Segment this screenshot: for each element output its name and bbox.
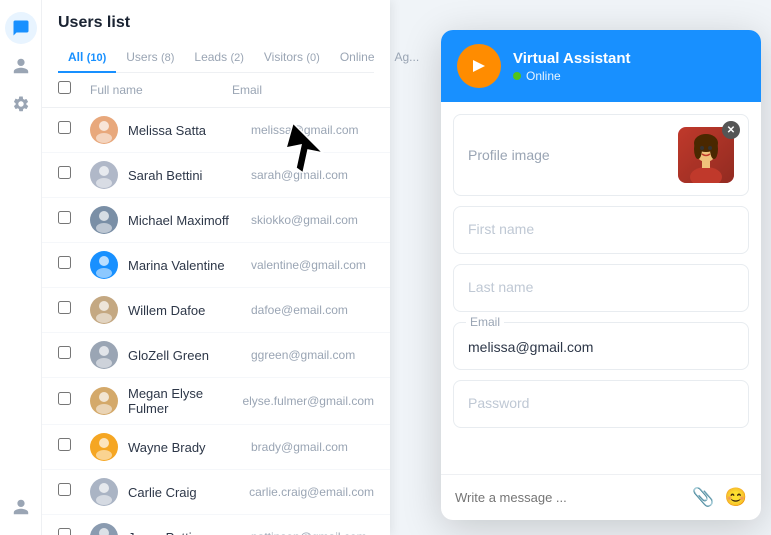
user-email: pattinson@gmail.com (251, 530, 374, 535)
user-name: Jesse Pattinson (128, 530, 251, 535)
tab-visitors[interactable]: Visitors (0) (254, 42, 330, 72)
table-row[interactable]: GloZell Green ggreen@gmail.com (42, 333, 390, 378)
table-row[interactable]: Wayne Brady brady@gmail.com (42, 425, 390, 470)
table-row[interactable]: Melissa Satta melissa@gmail.com (42, 108, 390, 153)
chat-body: Profile image (441, 102, 761, 474)
user-email: skiokko@gmail.com (251, 213, 374, 227)
profile-image-container: ✕ (678, 127, 734, 183)
status-dot (513, 72, 521, 80)
sidebar-item-chat[interactable] (5, 12, 37, 44)
avatar (90, 523, 118, 535)
row-checkbox[interactable] (58, 121, 82, 139)
row-checkbox[interactable] (58, 301, 82, 319)
user-email: valentine@gmail.com (251, 258, 374, 272)
bot-name: Virtual Assistant (513, 50, 745, 67)
user-name: Marina Valentine (128, 258, 251, 273)
user-email: brady@gmail.com (251, 440, 374, 454)
row-checkbox[interactable] (58, 346, 82, 364)
emoji-icon[interactable]: 😊 (725, 487, 747, 508)
last-name-label: Last name (468, 279, 533, 295)
avatar (90, 387, 118, 415)
row-checkbox[interactable] (58, 483, 82, 501)
user-email: elyse.fulmer@gmail.com (242, 394, 374, 408)
select-all-checkbox[interactable] (58, 81, 82, 99)
avatar (90, 161, 118, 189)
avatar (90, 341, 118, 369)
row-checkbox[interactable] (58, 211, 82, 229)
users-main-content: Users list All (10) Users (8) Leads (2) … (42, 0, 390, 535)
table-row[interactable]: Carlie Craig carlie.craig@email.com (42, 470, 390, 515)
profile-image-row: Profile image (468, 127, 734, 183)
avatar (90, 251, 118, 279)
user-name: Megan Elyse Fulmer (128, 386, 242, 416)
user-name: Carlie Craig (128, 485, 249, 500)
users-header: Users list All (10) Users (8) Leads (2) … (42, 0, 390, 73)
table-row[interactable]: Jesse Pattinson pattinson@gmail.com (42, 515, 390, 535)
row-checkbox[interactable] (58, 256, 82, 274)
user-name: Melissa Satta (128, 123, 251, 138)
users-panel: Users list All (10) Users (8) Leads (2) … (0, 0, 390, 535)
user-email: ggreen@gmail.com (251, 348, 374, 362)
user-name: Wayne Brady (128, 440, 251, 455)
row-checkbox[interactable] (58, 166, 82, 184)
column-header-email: Email (232, 83, 374, 97)
tab-online[interactable]: Online (330, 42, 385, 72)
row-checkbox[interactable] (58, 438, 82, 456)
sidebar-item-settings[interactable] (5, 88, 37, 120)
chat-footer: 📎 😊 (441, 474, 761, 520)
profile-image-label: Profile image (468, 147, 550, 163)
user-name: Willem Dafoe (128, 303, 251, 318)
chat-status: Online (513, 69, 745, 83)
attachment-icon[interactable]: 📎 (692, 487, 714, 508)
remove-image-button[interactable]: ✕ (722, 121, 740, 139)
profile-image-field: Profile image (453, 114, 749, 196)
tab-all[interactable]: All (10) (58, 42, 116, 72)
user-name: GloZell Green (128, 348, 251, 363)
user-email: melissa@gmail.com (251, 123, 374, 137)
user-name: Sarah Bettini (128, 168, 251, 183)
first-name-label: First name (468, 221, 534, 237)
email-value: melissa@gmail.com (468, 339, 734, 355)
table-header: Full name Email (42, 73, 390, 108)
status-text: Online (526, 69, 561, 83)
users-table: Melissa Satta melissa@gmail.com Sarah Be… (42, 108, 390, 535)
users-tabs: All (10) Users (8) Leads (2) Visitors (0… (58, 42, 374, 73)
row-checkbox[interactable] (58, 528, 82, 535)
table-row[interactable]: Sarah Bettini sarah@gmail.com (42, 153, 390, 198)
message-input[interactable] (455, 490, 682, 505)
password-field[interactable]: Password (453, 380, 749, 428)
bot-avatar (457, 44, 501, 88)
tab-leads[interactable]: Leads (2) (184, 42, 254, 72)
avatar (90, 478, 118, 506)
sidebar-item-contacts[interactable] (5, 50, 37, 82)
first-name-field[interactable]: First name (453, 206, 749, 254)
table-row[interactable]: Michael Maximoff skiokko@gmail.com (42, 198, 390, 243)
user-email: dafoe@email.com (251, 303, 374, 317)
chat-header: Virtual Assistant Online (441, 30, 761, 102)
email-label: Email (466, 315, 504, 329)
sidebar-item-user[interactable] (5, 491, 37, 523)
user-email: sarah@gmail.com (251, 168, 374, 182)
table-row[interactable]: Willem Dafoe dafoe@email.com (42, 288, 390, 333)
sidebar-icons (0, 0, 42, 535)
user-email: carlie.craig@email.com (249, 485, 374, 499)
chat-info: Virtual Assistant Online (513, 50, 745, 83)
tab-ag[interactable]: Ag... (385, 42, 430, 72)
password-label: Password (468, 395, 529, 411)
last-name-field[interactable]: Last name (453, 264, 749, 312)
avatar (90, 206, 118, 234)
column-header-name: Full name (90, 83, 232, 97)
avatar (90, 433, 118, 461)
avatar (90, 116, 118, 144)
users-list-title: Users list (58, 14, 374, 32)
table-row[interactable]: Megan Elyse Fulmer elyse.fulmer@gmail.co… (42, 378, 390, 425)
tab-users[interactable]: Users (8) (116, 42, 184, 72)
email-field[interactable]: Email melissa@gmail.com (453, 322, 749, 370)
table-row[interactable]: Marina Valentine valentine@gmail.com (42, 243, 390, 288)
avatar (90, 296, 118, 324)
chat-widget: Virtual Assistant Online Profile image (441, 30, 761, 520)
row-checkbox[interactable] (58, 392, 82, 410)
user-name: Michael Maximoff (128, 213, 251, 228)
